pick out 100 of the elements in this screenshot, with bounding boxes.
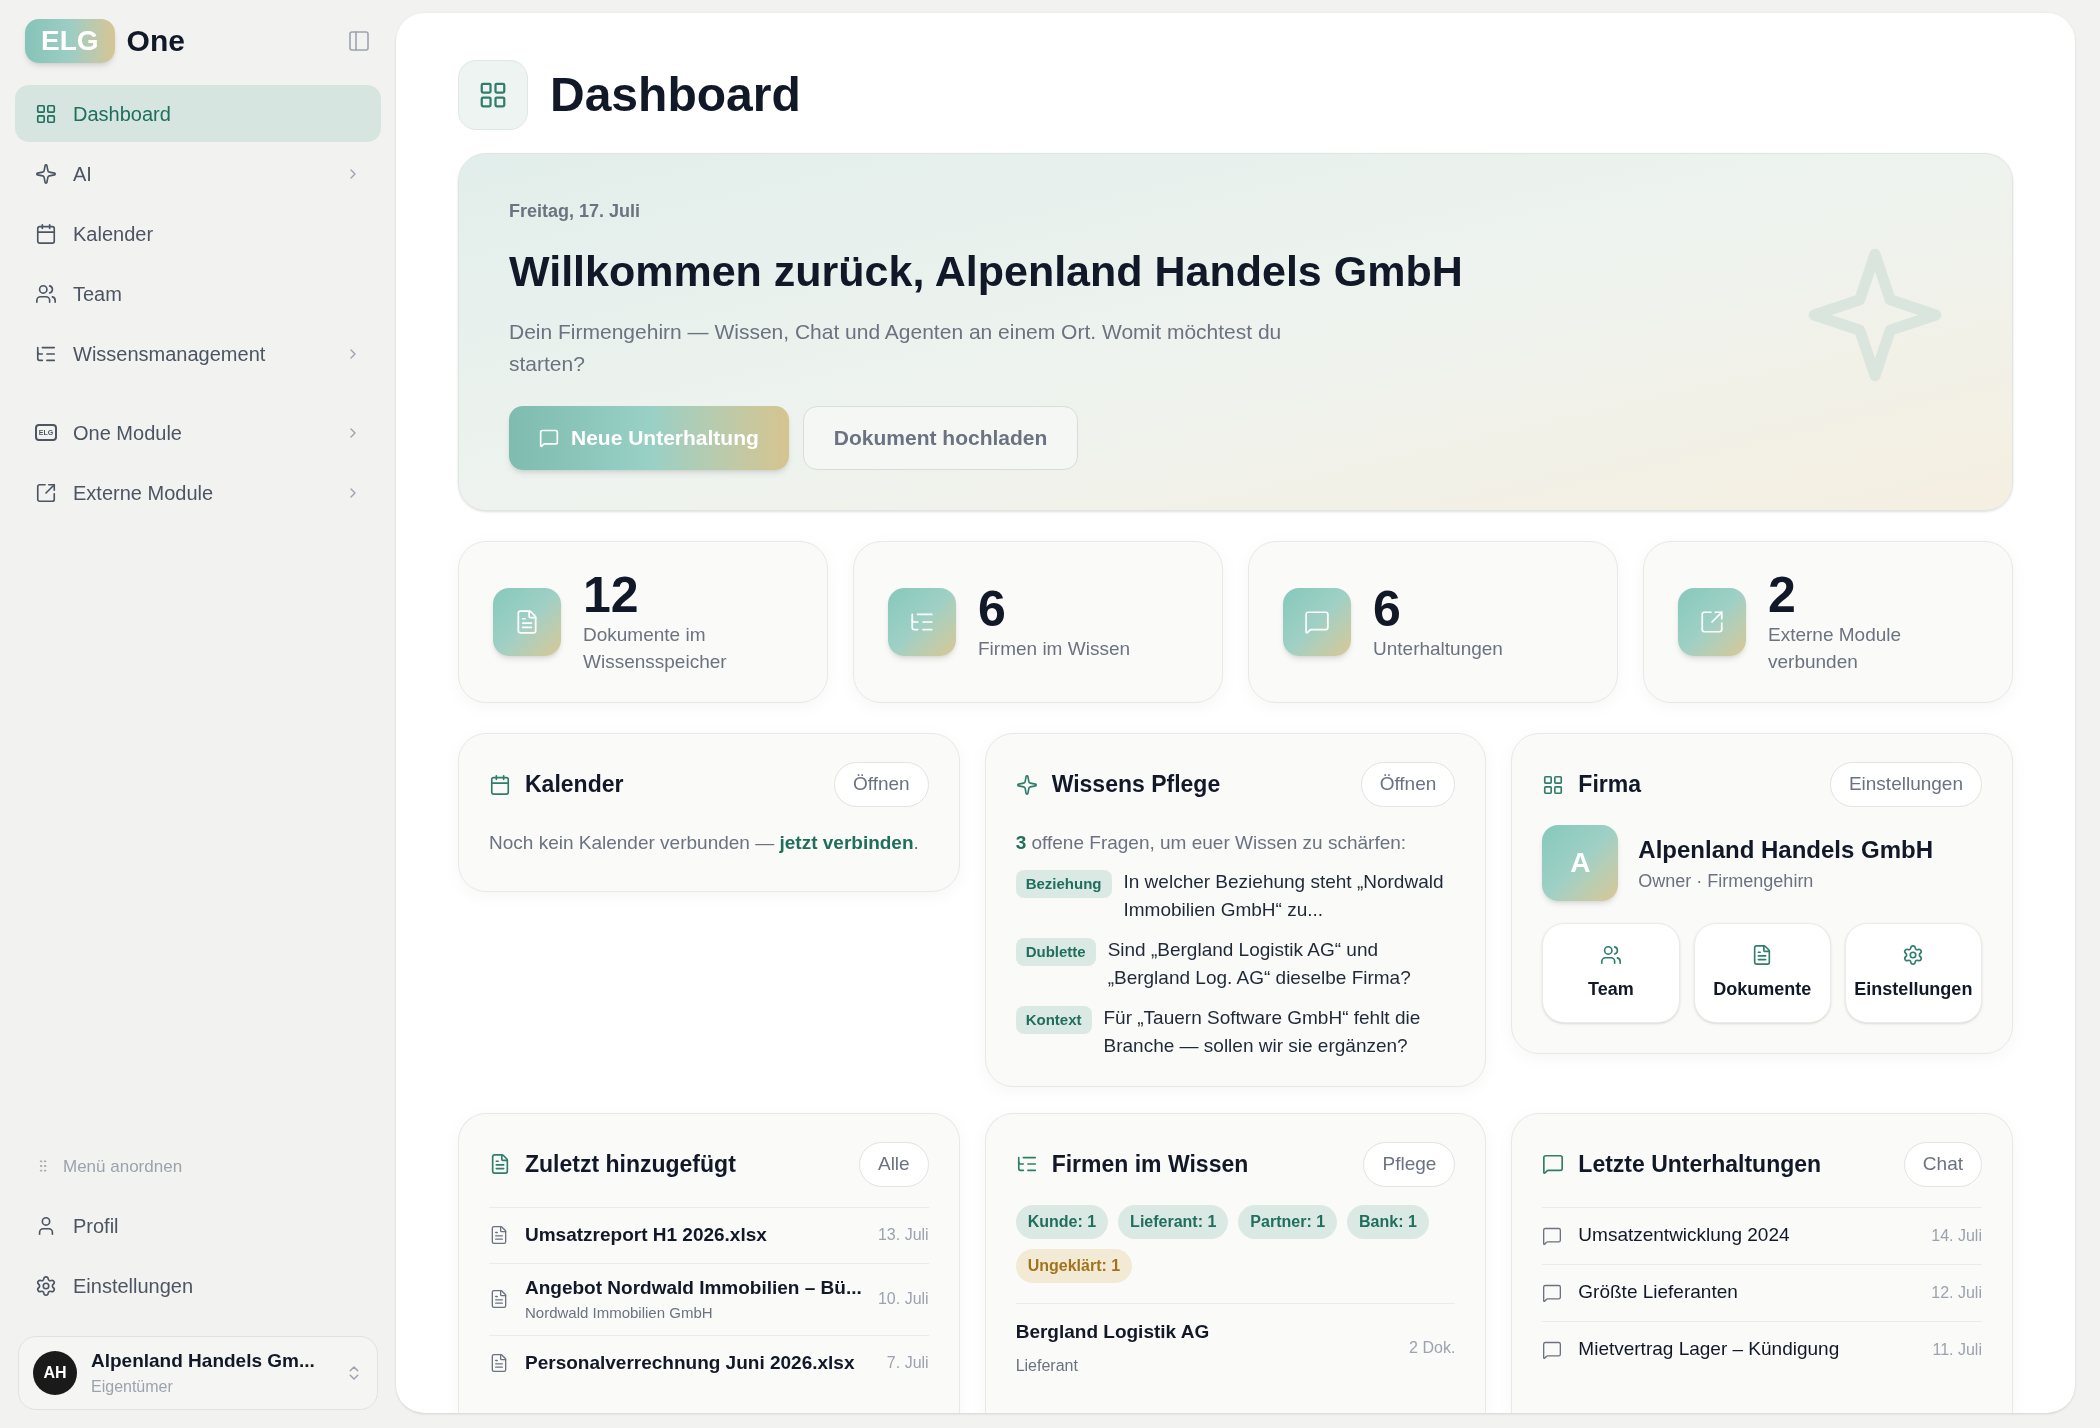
date-label: Freitag, 17. Juli — [509, 200, 642, 223]
document-icon — [489, 1153, 511, 1175]
card-action-button[interactable]: Pflege — [1363, 1141, 1456, 1187]
category-tag[interactable]: Partner: 1 — [1238, 1204, 1338, 1239]
document-icon — [489, 1225, 509, 1245]
card-action-button[interactable]: Öffnen — [833, 762, 929, 807]
nav-item[interactable]: Wissensmanagement — [15, 325, 381, 382]
welcome-title: Willkommen zurück, Alpenland Handels GmbH — [509, 246, 1464, 297]
stat-value: 6 — [1373, 582, 1402, 635]
company-type: Lieferant — [1015, 1356, 1079, 1376]
shortcut-button[interactable]: Team — [1542, 923, 1680, 1023]
account-role: Eigentümer — [91, 1377, 174, 1398]
conversation-title[interactable]: Größte Lieferanten — [1578, 1278, 1916, 1307]
conversation-title[interactable]: Mietvertrag Lager – Kündigung — [1578, 1335, 1917, 1364]
category-tag[interactable]: Kunde: 1 — [1015, 1204, 1109, 1239]
nav-item[interactable]: Dashboard — [15, 85, 381, 142]
settings-icon — [1902, 943, 1925, 966]
category-tag[interactable]: Lieferant: 1 — [1118, 1204, 1229, 1239]
question-tag: Kontext — [1015, 1005, 1092, 1034]
company-avatar: A — [1542, 825, 1619, 901]
calendar-message: Noch kein Kalender verbunden — jetzt verbinden. — [489, 831, 920, 855]
external-link-icon — [35, 481, 57, 504]
app-name: One — [126, 23, 185, 59]
document-date: 10. Juli — [877, 1289, 929, 1309]
document-icon — [489, 1353, 509, 1373]
conversation-date: 12. Juli — [1931, 1282, 1982, 1303]
document-date: 13. Juli — [877, 1225, 929, 1245]
chat-bubble-icon — [1542, 1225, 1563, 1246]
chat-bubble-icon — [1542, 1153, 1565, 1175]
stat-value: 6 — [978, 582, 1007, 635]
calendar-icon — [35, 222, 57, 245]
people-icon — [1599, 943, 1622, 966]
account-avatar: AH — [33, 1351, 77, 1395]
conversation-title[interactable]: Umsatzentwicklung 2024 — [1578, 1221, 1916, 1250]
stat-label: Unterhaltungen — [1373, 636, 1504, 661]
card-action-button[interactable]: Öffnen — [1360, 762, 1456, 807]
people-icon — [35, 282, 57, 305]
chat-bubble-icon — [1542, 1282, 1563, 1303]
card-title: Wissens Pflege — [1051, 770, 1221, 800]
document-date: 7. Juli — [886, 1353, 929, 1373]
welcome-subtitle: Dein Firmengehirn — Wissen, Chat und Agenten an einem Ort. Womit möchtest du starten? — [509, 318, 1283, 377]
card-title: Firmen im Wissen — [1051, 1149, 1249, 1179]
nav-item[interactable]: Externe Module — [15, 464, 381, 521]
logo-badge: ELG — [25, 18, 115, 63]
company-subtitle: Owner · Firmengehirn — [1638, 869, 1815, 893]
document-icon — [489, 1289, 509, 1309]
chat-bubble-icon — [539, 427, 559, 448]
shortcut-button[interactable]: Dokumente — [1693, 923, 1831, 1023]
questions-intro: 3 offene Fragen, um euer Wissen zu schärfen: — [1015, 831, 1408, 855]
question-text[interactable]: Für „Tauern Software GmbH“ fehlt die Branche — sollen wir sie ergänzen? — [1103, 1003, 1456, 1060]
card-action-button[interactable]: Einstellungen — [1829, 762, 1982, 807]
card-action-button[interactable]: Chat — [1903, 1141, 1982, 1187]
company-name: Alpenland Handels GmbH — [1638, 834, 1934, 865]
sidebar-toggle-icon[interactable] — [347, 28, 371, 53]
question-tag: Beziehung — [1015, 869, 1112, 898]
calendar-icon — [489, 773, 511, 796]
document-icon — [514, 609, 540, 635]
grid-icon — [35, 102, 57, 125]
account-name: Alpenland Handels Gm... — [91, 1348, 316, 1373]
card-action-button[interactable]: Alle — [858, 1141, 929, 1187]
chat-bubble-icon — [1542, 1339, 1563, 1360]
external-link-icon — [1699, 609, 1725, 635]
connect-link[interactable]: jetzt verbinden — [779, 832, 914, 853]
card-title: Letzte Unterhaltungen — [1578, 1149, 1822, 1179]
document-name[interactable]: Umsatzreport H1 2026.xlsx — [525, 1220, 862, 1250]
document-name[interactable]: Personalverrechnung Juni 2026.xlsx — [525, 1348, 871, 1378]
chat-bubble-icon — [1304, 609, 1330, 635]
sparkle-icon — [1015, 773, 1038, 796]
card-title: Kalender — [525, 770, 624, 800]
card-title: Zuletzt hinzugefügt — [525, 1149, 736, 1179]
stat-label: Dokumente im Wissensspeicher — [583, 623, 728, 674]
document-company: Nordwald Immobilien GmbH — [525, 1303, 714, 1323]
shortcut-button[interactable]: Einstellungen — [1844, 923, 1982, 1023]
conversation-date: 11. Juli — [1932, 1339, 1982, 1360]
document-count: 2 Dok. — [1409, 1337, 1456, 1358]
nav-item[interactable]: Einstellungen — [15, 1257, 381, 1314]
category-tag[interactable]: Bank: 1 — [1347, 1204, 1429, 1239]
nav-item[interactable]: Profil — [15, 1197, 381, 1254]
question-text[interactable]: Sind „Bergland Logistik AG“ und „Bergland Log. AG“ dieselbe Firma? — [1107, 935, 1456, 992]
stat-value: 2 — [1768, 569, 1797, 621]
sparkle-icon — [35, 162, 57, 185]
account-switcher[interactable]: AH Alpenland Handels Gm... Eigentümer — [18, 1336, 378, 1410]
nav-item[interactable]: Kalender — [15, 205, 381, 262]
page-title: Dashboard — [550, 67, 801, 123]
stat-label: Firmen im Wissen — [978, 636, 1131, 661]
stat-label: Externe Module verbunden — [1768, 623, 1903, 674]
category-tag[interactable]: Ungeklärt: 1 — [1015, 1248, 1133, 1283]
upload-document-button[interactable]: Dokument hochladen — [802, 405, 1079, 470]
grid-icon — [478, 80, 508, 110]
settings-icon — [35, 1274, 57, 1297]
document-name[interactable]: Angebot Nordwald Immobilien – Bü... — [525, 1273, 862, 1302]
nav-item[interactable]: Team — [15, 265, 381, 322]
card-title: Firma — [1578, 770, 1641, 800]
conversation-date: 14. Juli — [1931, 1225, 1982, 1246]
company-name[interactable]: Bergland Logistik AG — [1015, 1317, 1410, 1346]
stat-value: 12 — [583, 569, 640, 621]
nav-item[interactable]: AI — [15, 145, 381, 202]
grid-icon — [1542, 773, 1565, 796]
question-text[interactable]: In welcher Beziehung steht „Nordwald Immobilien GmbH“ zu... — [1123, 867, 1456, 924]
question-tag: Dublette — [1015, 937, 1096, 966]
